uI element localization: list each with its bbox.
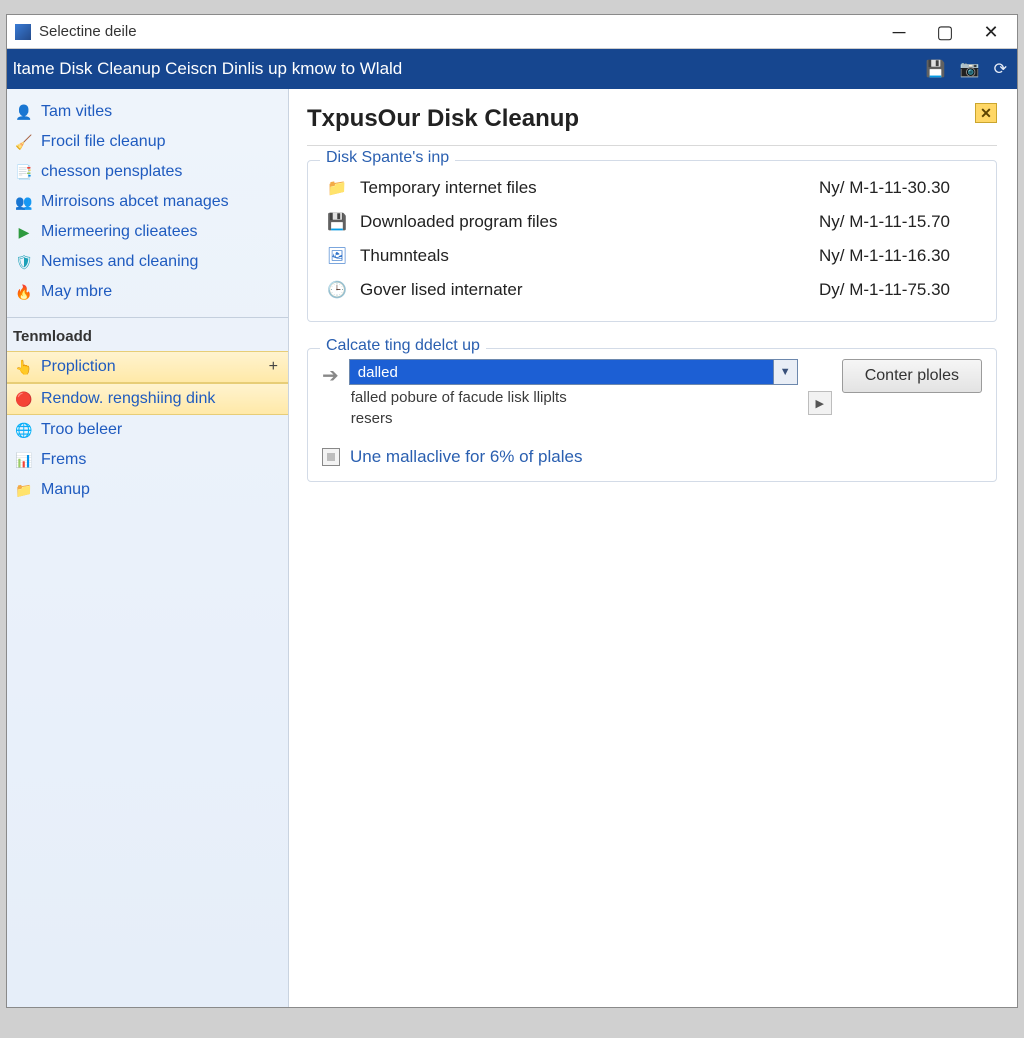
sidebar-item-label: Manup [41, 481, 90, 499]
main-panel: TxpusOur Disk Cleanup ✕ Disk Spante's in… [289, 89, 1017, 1007]
title-divider [307, 145, 997, 146]
step-next-button[interactable]: ▶ [808, 391, 832, 415]
main-header: TxpusOur Disk Cleanup ✕ [307, 103, 997, 145]
ribbon-bar: ltame Disk Cleanup Ceiscn Dinlis up kmow… [7, 49, 1017, 89]
ribbon-save-icon[interactable]: 💾 [926, 59, 946, 79]
sidebar-item-propliction[interactable]: 👆 Propliction + [7, 351, 288, 383]
broom-icon: 🧹 [15, 133, 33, 151]
ribbon-camera-icon[interactable]: 📷 [960, 59, 980, 79]
file-size: Ny/ M-1-11-16.30 [819, 246, 980, 266]
panel-close-button[interactable]: ✕ [975, 103, 997, 123]
combo-value: dalled [350, 364, 773, 381]
template-icon: 📑 [15, 163, 33, 181]
sidebar-item-nemises[interactable]: 🛡 Nemises and cleaning [7, 247, 288, 277]
thumbnail-icon: 🖼 [324, 245, 350, 267]
disk-icon: 🔴 [15, 390, 33, 408]
folder-internet-icon: 📁 [324, 177, 350, 199]
app-window: Selectine deile ─ ▢ ✕ ltame Disk Cleanup… [6, 14, 1018, 1008]
body: 👤 Tam vitles 🧹 Frocil file cleanup 📑 che… [7, 89, 1017, 1007]
file-row[interactable]: 🖼 Thumnteals Ny/ M-1-11-16.30 [322, 239, 982, 273]
globe-icon: 🌐 [15, 421, 33, 439]
file-size: Dy/ M-1-11-75.30 [819, 280, 980, 300]
combo-description-2: resers [349, 406, 798, 427]
file-name: Gover lised internater [360, 280, 819, 300]
download-icon: 💾 [324, 211, 350, 233]
file-size: Ny/ M-1-11-15.70 [819, 212, 980, 232]
sidebar-item-manup[interactable]: 📁 Manup [7, 475, 288, 505]
sidebar-item-label: Frocil file cleanup [41, 133, 166, 151]
flame-icon: 🔥 [15, 283, 33, 301]
file-size: Ny/ M-1-11-30.30 [819, 178, 980, 198]
combo-row: ➔ dalled ▼ falled pobure of facude lisk … [322, 359, 982, 427]
sidebar-item-label: Nemises and cleaning [41, 253, 198, 271]
sidebar-item-troo[interactable]: 🌐 Troo beleer [7, 415, 288, 445]
combo-description: falled pobure of facude lisk lliplts [349, 385, 798, 406]
people-icon: 👥 [15, 193, 33, 211]
sidebar-item-label: Rendow. rengshiing dink [41, 390, 215, 408]
arrow-right-icon: ➔ [322, 359, 339, 388]
sidebar-item-chesson[interactable]: 📑 chesson pensplates [7, 157, 288, 187]
sidebar-item-label: Troo beleer [41, 421, 122, 439]
ribbon-text: ltame Disk Cleanup Ceiscn Dinlis up kmow… [13, 59, 926, 79]
hand-icon: 👆 [15, 358, 33, 376]
mode-combobox[interactable]: dalled ▼ [349, 359, 798, 385]
sidebar-item-may-mbre[interactable]: 🔥 May mbre [7, 277, 288, 307]
checkbox-label: Une mallaclive for 6% of plales [350, 447, 582, 467]
sidebar-item-label: Propliction [41, 358, 116, 376]
sidebar-item-label: Tam vitles [41, 103, 112, 121]
expand-icon[interactable]: + [269, 358, 278, 376]
mallaclive-checkbox[interactable] [322, 448, 340, 466]
file-row[interactable]: 💾 Downloaded program files Ny/ M-1-11-15… [322, 205, 982, 239]
person-icon: 👤 [15, 103, 33, 121]
app-icon [15, 24, 31, 40]
file-name: Downloaded program files [360, 212, 819, 232]
clock-icon: 🕒 [324, 279, 350, 301]
window-title: Selectine deile [39, 23, 885, 40]
close-button[interactable]: ✕ [977, 18, 1005, 46]
sidebar-item-label: Miermeering clieatees [41, 223, 198, 241]
gear-icon: ▶ [15, 223, 33, 241]
checkbox-row: Une mallaclive for 6% of plales [322, 447, 982, 467]
sidebar-item-mirroisons[interactable]: 👥 Mirroisons abcet manages [7, 187, 288, 217]
minimize-button[interactable]: ─ [885, 18, 913, 46]
folder-icon: 📁 [15, 481, 33, 499]
sidebar-item-rendow[interactable]: 🔴 Rendow. rengshiing dink [7, 383, 288, 415]
file-name: Temporary internet files [360, 178, 819, 198]
conter-ploles-button[interactable]: Conter ploles [842, 359, 982, 393]
sidebar-item-tam-vitles[interactable]: 👤 Tam vitles [7, 97, 288, 127]
sidebar-divider [7, 317, 288, 318]
maximize-button[interactable]: ▢ [931, 18, 959, 46]
sidebar-item-label: May mbre [41, 283, 112, 301]
page-title: TxpusOur Disk Cleanup [307, 103, 579, 145]
shield-icon: 🛡 [15, 253, 33, 271]
file-row[interactable]: 📁 Temporary internet files Ny/ M-1-11-30… [322, 171, 982, 205]
group-legend: Disk Spante's inp [320, 149, 455, 167]
titlebar: Selectine deile ─ ▢ ✕ [7, 15, 1017, 49]
file-row[interactable]: 🕒 Gover lised internater Dy/ M-1-11-75.3… [322, 273, 982, 307]
file-name: Thumnteals [360, 246, 819, 266]
list-icon: 📊 [15, 451, 33, 469]
ribbon-icons: 💾 📷 ⟳ [926, 59, 1007, 79]
sidebar-item-miermeering[interactable]: ▶ Miermeering clieatees [7, 217, 288, 247]
sidebar-item-label: Mirroisons abcet manages [41, 193, 229, 211]
sidebar-item-frocil[interactable]: 🧹 Frocil file cleanup [7, 127, 288, 157]
chevron-down-icon[interactable]: ▼ [773, 360, 797, 384]
disk-space-group: Disk Spante's inp 📁 Temporary internet f… [307, 160, 997, 322]
sidebar-section-title: Tenmloadd [7, 324, 288, 351]
sidebar: 👤 Tam vitles 🧹 Frocil file cleanup 📑 che… [7, 89, 289, 1007]
ribbon-refresh-icon[interactable]: ⟳ [994, 59, 1007, 79]
window-controls: ─ ▢ ✕ [885, 18, 1011, 46]
group-legend: Calcate ting ddelct up [320, 337, 486, 355]
calculate-group: Calcate ting ddelct up ➔ dalled ▼ falled… [307, 348, 997, 482]
sidebar-item-frems[interactable]: 📊 Frems [7, 445, 288, 475]
sidebar-item-label: chesson pensplates [41, 163, 182, 181]
combo-column: dalled ▼ falled pobure of facude lisk ll… [349, 359, 798, 427]
sidebar-item-label: Frems [41, 451, 86, 469]
